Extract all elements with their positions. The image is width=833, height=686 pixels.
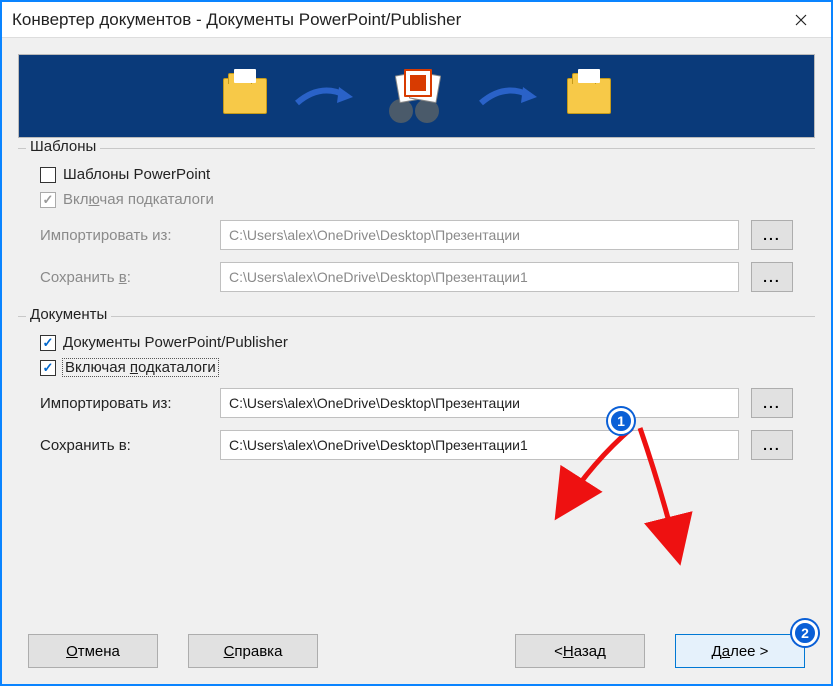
window-title: Конвертер документов - Документы PowerPo…: [12, 10, 461, 30]
checkbox-label: Включая подкаталоги: [63, 359, 218, 376]
templates-legend: Шаблоны: [26, 138, 100, 155]
import-from-label: Импортировать из:: [40, 227, 208, 244]
documents-powerpoint-checkbox-row[interactable]: Документы PowerPoint/Publisher: [40, 334, 793, 351]
documents-group: Документы Документы PowerPoint/Publisher…: [18, 316, 815, 480]
documents-save-input[interactable]: C:\Users\alex\OneDrive\Desktop\Презентац…: [220, 430, 739, 460]
dialog-buttons: Отмена Справка < Назад Далее >: [2, 634, 831, 668]
annotation-badge-1: 1: [608, 408, 634, 434]
browse-button[interactable]: ...: [751, 262, 793, 292]
browse-button[interactable]: ...: [751, 220, 793, 250]
templates-group: Шаблоны Шаблоны PowerPoint Включая подка…: [18, 148, 815, 312]
banner-graphic: [18, 54, 815, 138]
templates-import-row: Импортировать из: C:\Users\alex\OneDrive…: [40, 220, 793, 250]
documents-legend: Документы: [26, 306, 111, 323]
documents-save-row: Сохранить в: C:\Users\alex\OneDrive\Desk…: [40, 430, 793, 460]
folder-source-icon: [223, 78, 267, 114]
documents-subfolders-checkbox-row[interactable]: Включая подкаталоги: [40, 359, 793, 376]
converter-icon: [383, 71, 451, 121]
checkbox-label: Включая подкаталоги: [63, 191, 214, 208]
documents-import-row: Импортировать из: C:\Users\alex\OneDrive…: [40, 388, 793, 418]
import-from-label: Импортировать из:: [40, 395, 208, 412]
dialog-window: Конвертер документов - Документы PowerPo…: [0, 0, 833, 686]
arrow-icon: [295, 81, 355, 111]
close-icon: [795, 14, 807, 26]
templates-import-input: C:\Users\alex\OneDrive\Desktop\Презентац…: [220, 220, 739, 250]
checkbox-icon: [40, 360, 56, 376]
templates-subfolders-checkbox-row: Включая подкаталоги: [40, 191, 793, 208]
templates-save-input: C:\Users\alex\OneDrive\Desktop\Презентац…: [220, 262, 739, 292]
cancel-button[interactable]: Отмена: [28, 634, 158, 668]
back-button[interactable]: < Назад: [515, 634, 645, 668]
checkbox-icon: [40, 192, 56, 208]
templates-save-row: Сохранить в: C:\Users\alex\OneDrive\Desk…: [40, 262, 793, 292]
documents-import-input[interactable]: C:\Users\alex\OneDrive\Desktop\Презентац…: [220, 388, 739, 418]
checkbox-label: Шаблоны PowerPoint: [63, 166, 210, 183]
checkbox-label: Документы PowerPoint/Publisher: [63, 334, 288, 351]
arrow-icon: [479, 81, 539, 111]
browse-button[interactable]: ...: [751, 388, 793, 418]
checkbox-icon: [40, 335, 56, 351]
browse-button[interactable]: ...: [751, 430, 793, 460]
save-to-label: Сохранить в:: [40, 269, 208, 286]
annotation-badge-2: 2: [792, 620, 818, 646]
save-to-label: Сохранить в:: [40, 437, 208, 454]
checkbox-icon: [40, 167, 56, 183]
titlebar: Конвертер документов - Документы PowerPo…: [2, 2, 831, 38]
next-button[interactable]: Далее >: [675, 634, 805, 668]
templates-powerpoint-checkbox-row[interactable]: Шаблоны PowerPoint: [40, 166, 793, 183]
close-button[interactable]: [781, 5, 821, 35]
help-button[interactable]: Справка: [188, 634, 318, 668]
folder-target-icon: [567, 78, 611, 114]
